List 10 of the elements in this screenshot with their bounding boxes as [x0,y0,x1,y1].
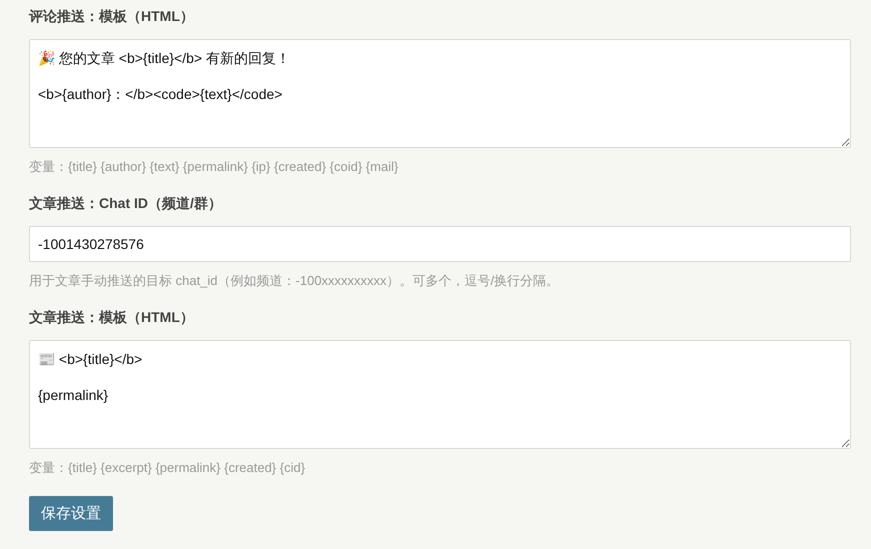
field-label: 评论推送：模板（HTML） [29,7,195,26]
field-label: 文章推送：模板（HTML） [29,308,195,327]
save-button[interactable]: 保存设置 [29,496,113,531]
field-hint: 用于文章手动推送的目标 chat_id（例如频道：-100xxxxxxxxxx）。可多个，逗号/换行分隔。 [29,272,560,290]
field-label: 文章推送：Chat ID（频道/群） [29,194,223,213]
template-textarea[interactable]: 📰 <b>{title}</b> {permalink} [29,340,851,449]
field-hint: 变量：{title} {excerpt} {permalink} {created} {cid} [29,459,306,477]
field-hint: 变量：{title} {author} {text} {permalink} {ip} {created} {coid} {mail} [29,158,400,176]
template-textarea[interactable]: 🎉 您的文章 <b>{title}</b> 有新的回复！ <b>{author}：</b><code>{text}</code> [29,39,851,148]
chat-id-input[interactable]: -1001430278576 [29,226,851,262]
